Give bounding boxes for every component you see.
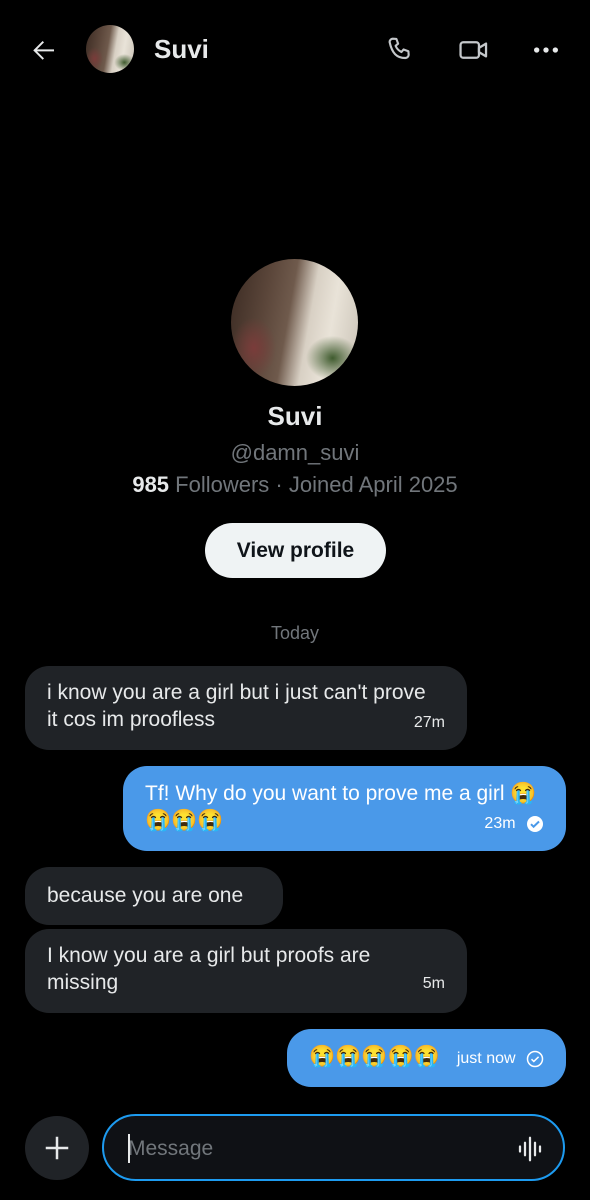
profile-name: Suvi bbox=[267, 401, 323, 431]
followers-joined-text: Followers · Joined April 2025 bbox=[175, 472, 458, 497]
profile-avatar[interactable] bbox=[231, 259, 358, 386]
video-camera-icon bbox=[459, 41, 488, 59]
voice-message-button[interactable] bbox=[515, 1134, 545, 1164]
header-name[interactable]: Suvi bbox=[154, 34, 209, 65]
call-button[interactable] bbox=[378, 28, 422, 72]
message-bubble-incoming[interactable]: because you are one bbox=[25, 867, 283, 925]
arrow-left-icon bbox=[33, 41, 54, 60]
read-check-icon bbox=[527, 815, 543, 832]
video-call-button[interactable] bbox=[452, 28, 496, 72]
message-composer[interactable] bbox=[102, 1114, 565, 1181]
message-time: 27m bbox=[413, 714, 445, 731]
message-time: 5m bbox=[422, 975, 445, 992]
message-bubble-outgoing[interactable]: 😭😭😭😭😭 just now bbox=[287, 1029, 566, 1087]
message-time: 23m bbox=[484, 815, 516, 832]
text-caret bbox=[128, 1134, 130, 1163]
chat-header: Suvi bbox=[0, 0, 590, 100]
view-profile-button[interactable]: View profile bbox=[205, 523, 386, 578]
profile-handle: @damn_suvi bbox=[230, 440, 360, 465]
sent-check-icon bbox=[526, 1050, 544, 1068]
message-time: just now bbox=[456, 1050, 516, 1067]
day-separator: Today bbox=[270, 623, 320, 643]
message-time-wrap: just now bbox=[457, 1045, 544, 1072]
back-button[interactable] bbox=[22, 28, 66, 72]
more-button[interactable] bbox=[524, 28, 568, 72]
message-time-wrap: 23m bbox=[484, 810, 544, 837]
message-bubble-incoming[interactable]: i know you are a girl but i just can't p… bbox=[25, 666, 467, 750]
message-text: i know you are a girl but i just can't p… bbox=[47, 681, 426, 731]
followers-count: 985 bbox=[132, 472, 170, 497]
message-text: I know you are a girl but proofs are mis… bbox=[47, 944, 371, 994]
profile-stats: 985 Followers · Joined April 2025 bbox=[0, 472, 590, 498]
message-bubble-incoming[interactable]: I know you are a girl but proofs are mis… bbox=[25, 929, 467, 1013]
voice-waveform-icon bbox=[518, 1136, 542, 1162]
message-text: 😭😭😭😭😭 bbox=[309, 1045, 440, 1068]
plus-icon bbox=[45, 1136, 69, 1160]
add-attachment-button[interactable] bbox=[25, 1116, 89, 1180]
message-input[interactable] bbox=[126, 1130, 500, 1168]
header-avatar[interactable] bbox=[86, 25, 134, 73]
message-text: because you are one bbox=[47, 884, 244, 907]
more-horizontal-icon bbox=[534, 47, 558, 53]
phone-icon bbox=[388, 37, 410, 60]
message-bubble-outgoing[interactable]: Tf! Why do you want to prove me a girl 😭… bbox=[123, 766, 566, 851]
